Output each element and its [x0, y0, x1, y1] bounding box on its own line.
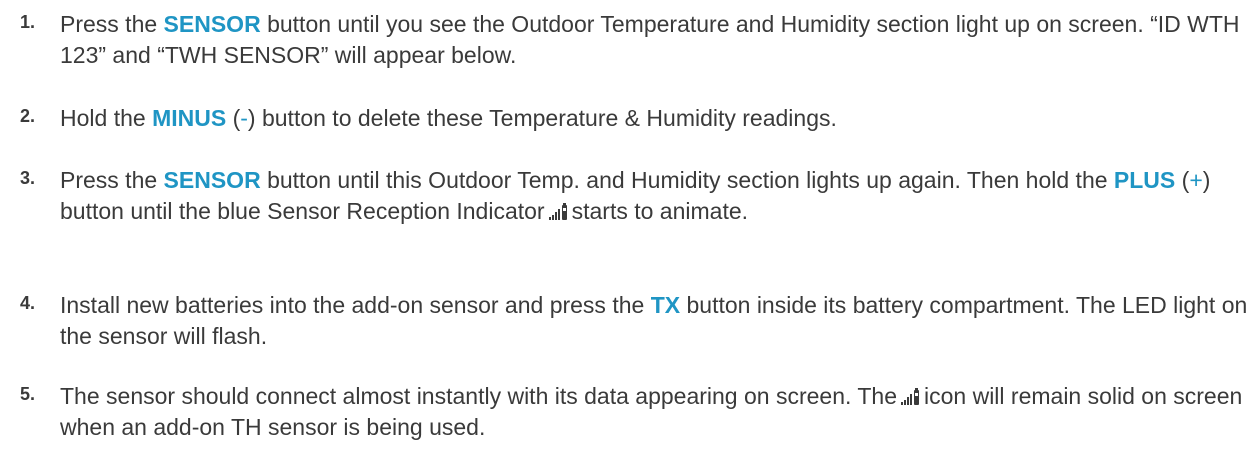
step-text-part: The sensor should connect almost instant…: [60, 383, 897, 409]
plus-symbol: +: [1189, 167, 1203, 193]
plus-button-name: PLUS: [1113, 167, 1176, 193]
step-text-part: Press the: [60, 167, 164, 193]
sensor-button-name: SENSOR: [163, 167, 261, 193]
step-text: Press the SENSOR button until this Outdo…: [60, 165, 1250, 227]
minus-symbol: -: [240, 105, 248, 131]
sensor-button-name: SENSOR: [163, 11, 261, 37]
tx-button-name: TX: [650, 292, 681, 318]
step-number: 3.: [20, 168, 36, 188]
step-text-part: (: [226, 105, 241, 131]
step-number: 5.: [20, 384, 36, 404]
step-number: 2.: [20, 106, 36, 126]
step-number: 1.: [20, 12, 36, 32]
step-text-part: Press the: [60, 11, 164, 37]
step-text-part: ) button to delete these Temperature & H…: [247, 105, 837, 131]
step-text: Press the SENSOR button until you see th…: [60, 9, 1250, 71]
step-text-part: Hold the: [60, 105, 153, 131]
step-number: 4.: [20, 293, 36, 313]
step-text-part: (: [1175, 167, 1190, 193]
step-text: The sensor should connect almost instant…: [60, 381, 1250, 443]
step-text: Hold the MINUS (-) button to delete thes…: [60, 103, 1250, 134]
step-text-part: button until this Outdoor Temp. and Humi…: [260, 167, 1114, 193]
signal-bars-battery-icon: [901, 388, 920, 405]
signal-bars-battery-icon: [548, 203, 568, 220]
step-text: Install new batteries into the add-on se…: [60, 290, 1250, 352]
step-text-part: starts to animate.: [571, 198, 749, 224]
step-text-part: Install new batteries into the add-on se…: [60, 292, 651, 318]
minus-button-name: MINUS: [152, 105, 227, 131]
instruction-steps: 1. Press the SENSOR button until you see…: [0, 0, 1256, 475]
